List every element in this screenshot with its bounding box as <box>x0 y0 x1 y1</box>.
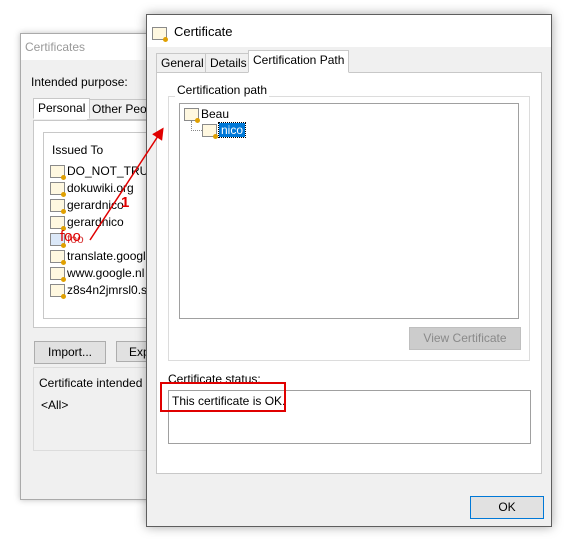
annotation-overlay-text: foo <box>60 228 81 245</box>
tab-certification-path[interactable]: Certification Path <box>248 50 350 73</box>
annotation-step-number: 1 <box>121 194 130 211</box>
tab-personal[interactable]: Personal <box>33 98 91 119</box>
annotation-arrow-icon <box>89 127 164 241</box>
